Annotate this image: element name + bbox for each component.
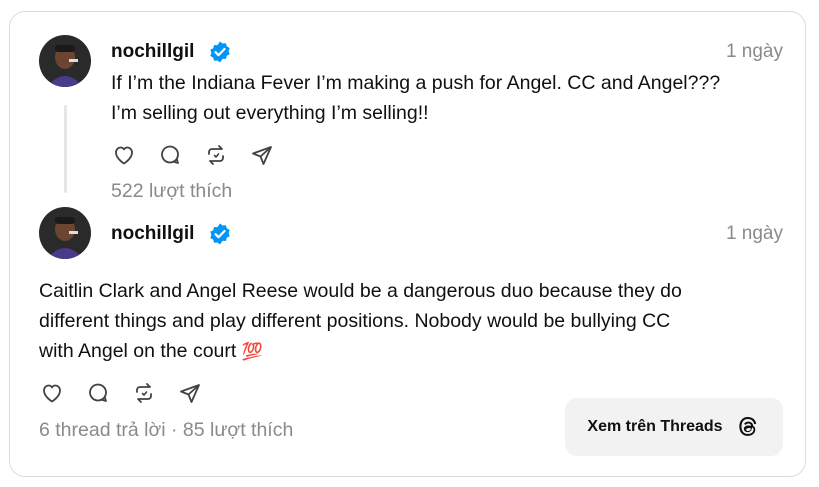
heart-icon[interactable] xyxy=(39,380,65,406)
share-icon[interactable] xyxy=(177,380,203,406)
username[interactable]: nochillgil xyxy=(111,223,194,245)
post-text-line: Caitlin Clark and Angel Reese would be a… xyxy=(39,280,682,302)
avatar[interactable] xyxy=(39,207,91,259)
post-meta[interactable]: 6 thread trả lời · 85 lượt thích xyxy=(39,419,293,442)
share-icon[interactable] xyxy=(249,142,275,168)
avatar[interactable] xyxy=(39,35,91,87)
post-time: 1 ngày xyxy=(725,223,783,244)
view-on-threads-button[interactable]: Xem trên Threads xyxy=(565,398,783,456)
post-text-line: I’m selling out everything I’m selling!! xyxy=(111,102,429,124)
post-time: 1 ngày xyxy=(725,41,783,62)
heart-icon[interactable] xyxy=(111,142,137,168)
post-text-line: different things and play different posi… xyxy=(39,310,671,332)
repost-icon[interactable] xyxy=(131,380,157,406)
view-on-threads-label: Xem trên Threads xyxy=(587,418,723,435)
hundred-points-emoji: 💯 xyxy=(241,342,263,361)
post-text-segment: with Angel on the court xyxy=(39,340,237,362)
post-actions xyxy=(111,142,295,168)
post-text-line: with Angel on the court 💯 xyxy=(39,336,682,367)
post-text: Caitlin Clark and Angel Reese would be a… xyxy=(39,276,682,367)
thread-connector-line xyxy=(64,105,67,193)
verified-badge-icon xyxy=(208,40,232,64)
post-text: If I’m the Indiana Fever I’m making a pu… xyxy=(111,68,720,128)
username[interactable]: nochillgil xyxy=(111,41,194,63)
comment-icon[interactable] xyxy=(157,142,183,168)
verified-badge-icon xyxy=(208,222,232,246)
repost-icon[interactable] xyxy=(203,142,229,168)
post-text-line: If I’m the Indiana Fever I’m making a pu… xyxy=(111,72,721,94)
post-actions xyxy=(39,380,223,406)
threads-logo-icon xyxy=(735,414,761,440)
like-count[interactable]: 522 lượt thích xyxy=(111,180,232,203)
comment-icon[interactable] xyxy=(85,380,111,406)
